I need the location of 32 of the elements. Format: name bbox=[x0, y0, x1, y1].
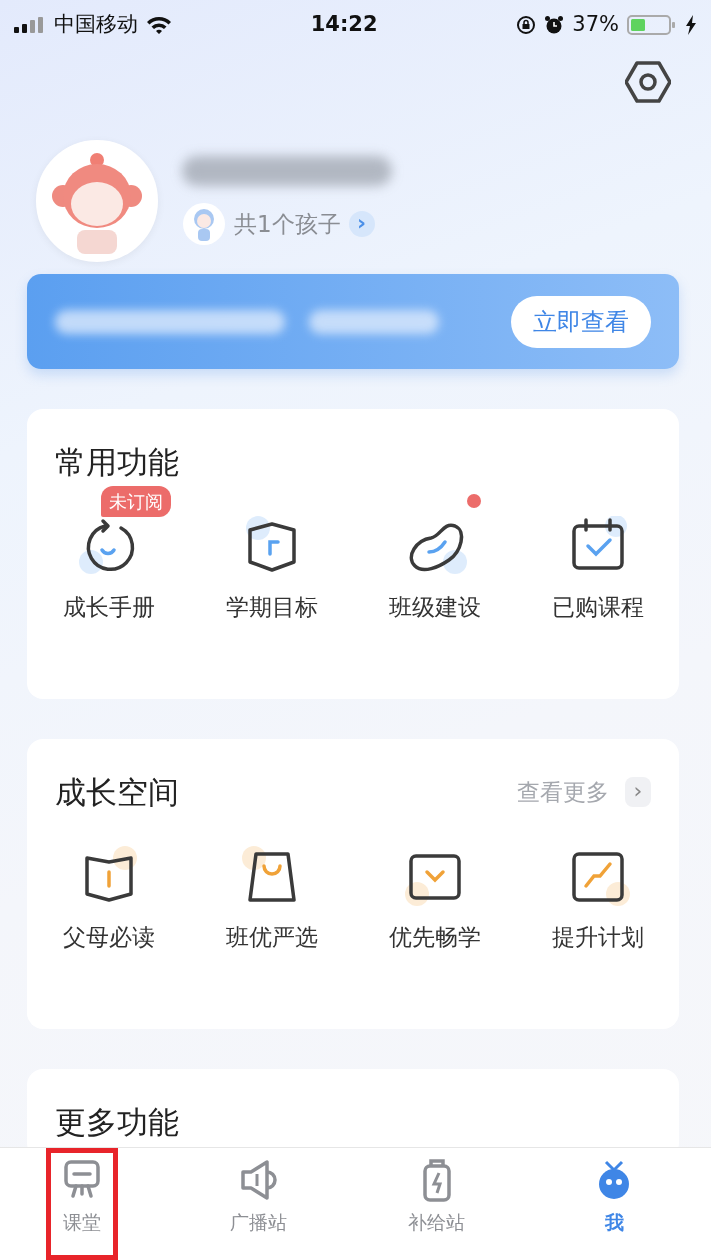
unsubscribed-badge: 未订阅 bbox=[100, 485, 171, 517]
charging-icon bbox=[685, 15, 697, 35]
feature-label[interactable]: 班级建设 bbox=[388, 589, 481, 624]
signal-icon bbox=[14, 17, 46, 33]
carrier-name: 中国移动 bbox=[54, 11, 138, 39]
clock: 14:22 bbox=[310, 11, 378, 39]
settings-icon[interactable] bbox=[625, 60, 671, 104]
tab[interactable]: 广播站 bbox=[170, 1148, 348, 1260]
battery-icon bbox=[627, 14, 677, 36]
section-title: 常用功能 bbox=[54, 443, 179, 482]
view-now-button[interactable]: 立即查看 bbox=[511, 295, 651, 348]
feature-label[interactable]: 学期目标 bbox=[225, 589, 318, 624]
battery-percent: 37% bbox=[572, 11, 619, 39]
tab[interactable]: 补给站 bbox=[347, 1148, 526, 1260]
feature-label[interactable]: 父母必读 bbox=[62, 919, 155, 954]
tab[interactable]: 我 bbox=[525, 1148, 704, 1260]
rotation-lock-icon bbox=[516, 15, 537, 35]
chevron-icon[interactable]: › bbox=[625, 777, 651, 808]
feature-label[interactable]: 已购课程 bbox=[551, 589, 644, 624]
chevron-icon[interactable]: › bbox=[348, 211, 375, 237]
view-more-link[interactable]: 查看更多 bbox=[517, 775, 609, 810]
section-title: 更多功能 bbox=[54, 1103, 179, 1142]
children-count-link[interactable]: 共1个孩子 bbox=[234, 206, 341, 242]
child-avatar-icon bbox=[182, 202, 226, 246]
section-title: 成长空间 bbox=[54, 773, 179, 812]
feature-label[interactable]: 提升计划 bbox=[551, 919, 644, 954]
feature-label[interactable]: 成长手册 bbox=[62, 589, 155, 624]
tab[interactable]: 课堂 bbox=[46, 1148, 118, 1260]
feature-label[interactable]: 优先畅学 bbox=[388, 919, 481, 954]
wifi-icon bbox=[146, 15, 172, 35]
feature-label[interactable]: 班优严选 bbox=[225, 919, 318, 954]
alarm-icon bbox=[544, 15, 565, 35]
